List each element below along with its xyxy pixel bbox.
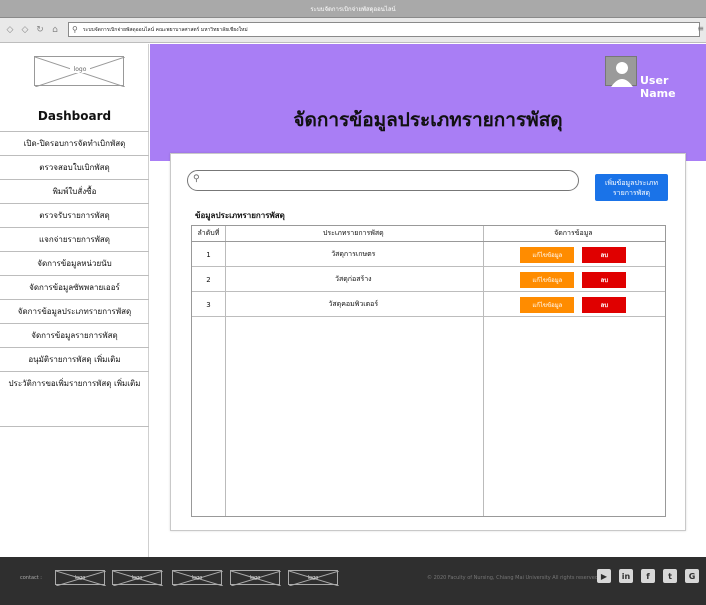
logo-label: logo: [70, 66, 90, 73]
google-plus-icon[interactable]: G: [685, 569, 699, 583]
footer-logo-label: logo: [131, 575, 143, 581]
table-row: 1 วัสดุการเกษตร แก้ไขข้อมูล ลบ: [192, 243, 665, 267]
refresh-icon[interactable]: ↻: [34, 24, 46, 36]
table-header: ลำดับที่ ประเภทรายการพัสดุ จัดการข้อมูล: [192, 226, 665, 242]
row-name: วัสดุการเกษตร: [331, 250, 376, 258]
section-title: ข้อมูลประเภทรายการพัสดุ: [195, 211, 285, 220]
footer-logo[interactable]: logo: [55, 570, 107, 587]
page-title: จัดการข้อมูลประเภทรายการพัสดุ: [293, 109, 563, 131]
row-actions: แก้ไขข้อมูล ลบ: [482, 296, 665, 313]
footer-logo-label: logo: [74, 575, 86, 581]
delete-button[interactable]: ลบ: [582, 296, 627, 313]
facebook-icon[interactable]: f: [641, 569, 655, 583]
sidebar-item-suppliers[interactable]: จัดการข้อมูลซัพพลายเออร์: [0, 275, 149, 299]
item-type-table: ลำดับที่ ประเภทรายการพัสดุ จัดการข้อมูล …: [191, 225, 666, 517]
edit-button[interactable]: แก้ไขข้อมูล: [520, 296, 575, 313]
sidebar-item-open-close-round[interactable]: เปิด-ปิดรอบการจัดทำเบิกพัสดุ: [0, 131, 149, 155]
sidebar-item-units[interactable]: จัดการข้อมูลหน่วยนับ: [0, 251, 149, 275]
footer-logo-label: logo: [307, 575, 319, 581]
row-actions: แก้ไขข้อมูล ลบ: [482, 271, 665, 288]
back-icon[interactable]: ◇: [4, 24, 16, 36]
delete-button[interactable]: ลบ: [582, 271, 627, 288]
header-type: ประเภทรายการพัสดุ: [322, 229, 384, 237]
address-bar: ◇ ◇ ↻ ⌂ ⚲ ระบบจัดการเบิกจ่ายพัสดุออนไลน์…: [0, 18, 706, 43]
youtube-icon[interactable]: ▶: [597, 569, 611, 583]
sidebar-item-approve-additional[interactable]: อนุมัติรายการพัสดุ เพิ่มเติม: [0, 347, 149, 371]
avatar[interactable]: [605, 56, 637, 87]
table-row: 2 วัสดุก่อสร้าง แก้ไขข้อมูล ลบ: [192, 268, 665, 292]
sidebar-logo: logo: [34, 56, 125, 87]
edit-button[interactable]: แก้ไขข้อมูล: [520, 246, 575, 263]
table-row: 3 วัสดุคอมพิวเตอร์ แก้ไขข้อมูล ลบ: [192, 293, 665, 317]
sidebar-item-item-types[interactable]: จัดการข้อมูลประเภทรายการพัสดุ: [0, 299, 149, 323]
user-name[interactable]: User Name: [640, 74, 706, 100]
page-header: User Name: [150, 44, 706, 161]
sidebar: logo Dashboard เปิด-ปิดรอบการจัดทำเบิกพั…: [0, 44, 149, 557]
delete-button[interactable]: ลบ: [582, 246, 627, 263]
sidebar-item-print-order[interactable]: พิมพ์ใบสั่งซื้อ: [0, 179, 149, 203]
row-name: วัสดุก่อสร้าง: [335, 275, 372, 283]
row-actions: แก้ไขข้อมูล ลบ: [482, 246, 665, 263]
content-card: ⚲ เพิ่มข้อมูลประเภทรายการพัสดุ ข้อมูลประ…: [170, 153, 686, 531]
row-no: 2: [206, 275, 211, 284]
footer-logo-label: logo: [191, 575, 203, 581]
dashboard-heading: Dashboard: [37, 109, 112, 123]
forward-icon[interactable]: ◇: [19, 24, 31, 36]
search-box[interactable]: ⚲: [187, 170, 579, 191]
sidebar-item-additional-history[interactable]: ประวัติการขอเพิ่มรายการพัสดุ เพิ่มเติม: [0, 371, 149, 427]
sidebar-item-distribute-items[interactable]: แจกจ่ายรายการพัสดุ: [0, 227, 149, 251]
window-title-bar: ระบบจัดการเบิกจ่ายพัสดุออนไลน์: [0, 0, 706, 18]
url-text: ระบบจัดการเบิกจ่ายพัสดุออนไลน์ คณะพยาบาล…: [83, 26, 248, 33]
header-no: ลำดับที่: [197, 229, 220, 237]
sidebar-item-items[interactable]: จัดการข้อมูลรายการพัสดุ: [0, 323, 149, 347]
row-no: 1: [206, 250, 211, 259]
twitter-icon[interactable]: t: [663, 569, 677, 583]
footer-logo[interactable]: logo: [230, 570, 282, 587]
add-item-type-button[interactable]: เพิ่มข้อมูลประเภทรายการพัสดุ: [595, 174, 668, 201]
menu-icon[interactable]: ≡: [697, 24, 704, 33]
page-footer: contact : logo logo logo logo logo © 202…: [0, 557, 706, 605]
sidebar-item-receive-items[interactable]: ตรวจรับรายการพัสดุ: [0, 203, 149, 227]
search-input[interactable]: [204, 173, 564, 188]
row-name: วัสดุคอมพิวเตอร์: [328, 300, 379, 308]
url-search-icon: ⚲: [72, 25, 78, 34]
row-no: 3: [206, 300, 211, 309]
footer-logo-label: logo: [249, 575, 261, 581]
url-field[interactable]: ⚲ ระบบจัดการเบิกจ่ายพัสดุออนไลน์ คณะพยาบ…: [68, 22, 700, 37]
sidebar-nav: เปิด-ปิดรอบการจัดทำเบิกพัสดุ ตรวจสอบใบเบ…: [0, 131, 149, 427]
sidebar-item-check-requisition[interactable]: ตรวจสอบใบเบิกพัสดุ: [0, 155, 149, 179]
footer-logo[interactable]: logo: [288, 570, 340, 587]
linkedin-icon[interactable]: in: [619, 569, 633, 583]
user-avatar-icon: [611, 62, 633, 87]
footer-copyright: © 2020 Faculty of Nursing, Chiang Mai Un…: [427, 575, 599, 581]
window-title: ระบบจัดการเบิกจ่ายพัสดุออนไลน์: [310, 5, 396, 13]
footer-logo[interactable]: logo: [172, 570, 224, 587]
footer-logo[interactable]: logo: [112, 570, 164, 587]
footer-contact: contact :: [20, 575, 42, 581]
header-manage: จัดการข้อมูล: [554, 229, 593, 237]
social-links: ▶ in f t G: [597, 569, 699, 583]
edit-button[interactable]: แก้ไขข้อมูล: [520, 271, 575, 288]
search-icon: ⚲: [193, 174, 200, 184]
home-icon[interactable]: ⌂: [49, 24, 61, 36]
